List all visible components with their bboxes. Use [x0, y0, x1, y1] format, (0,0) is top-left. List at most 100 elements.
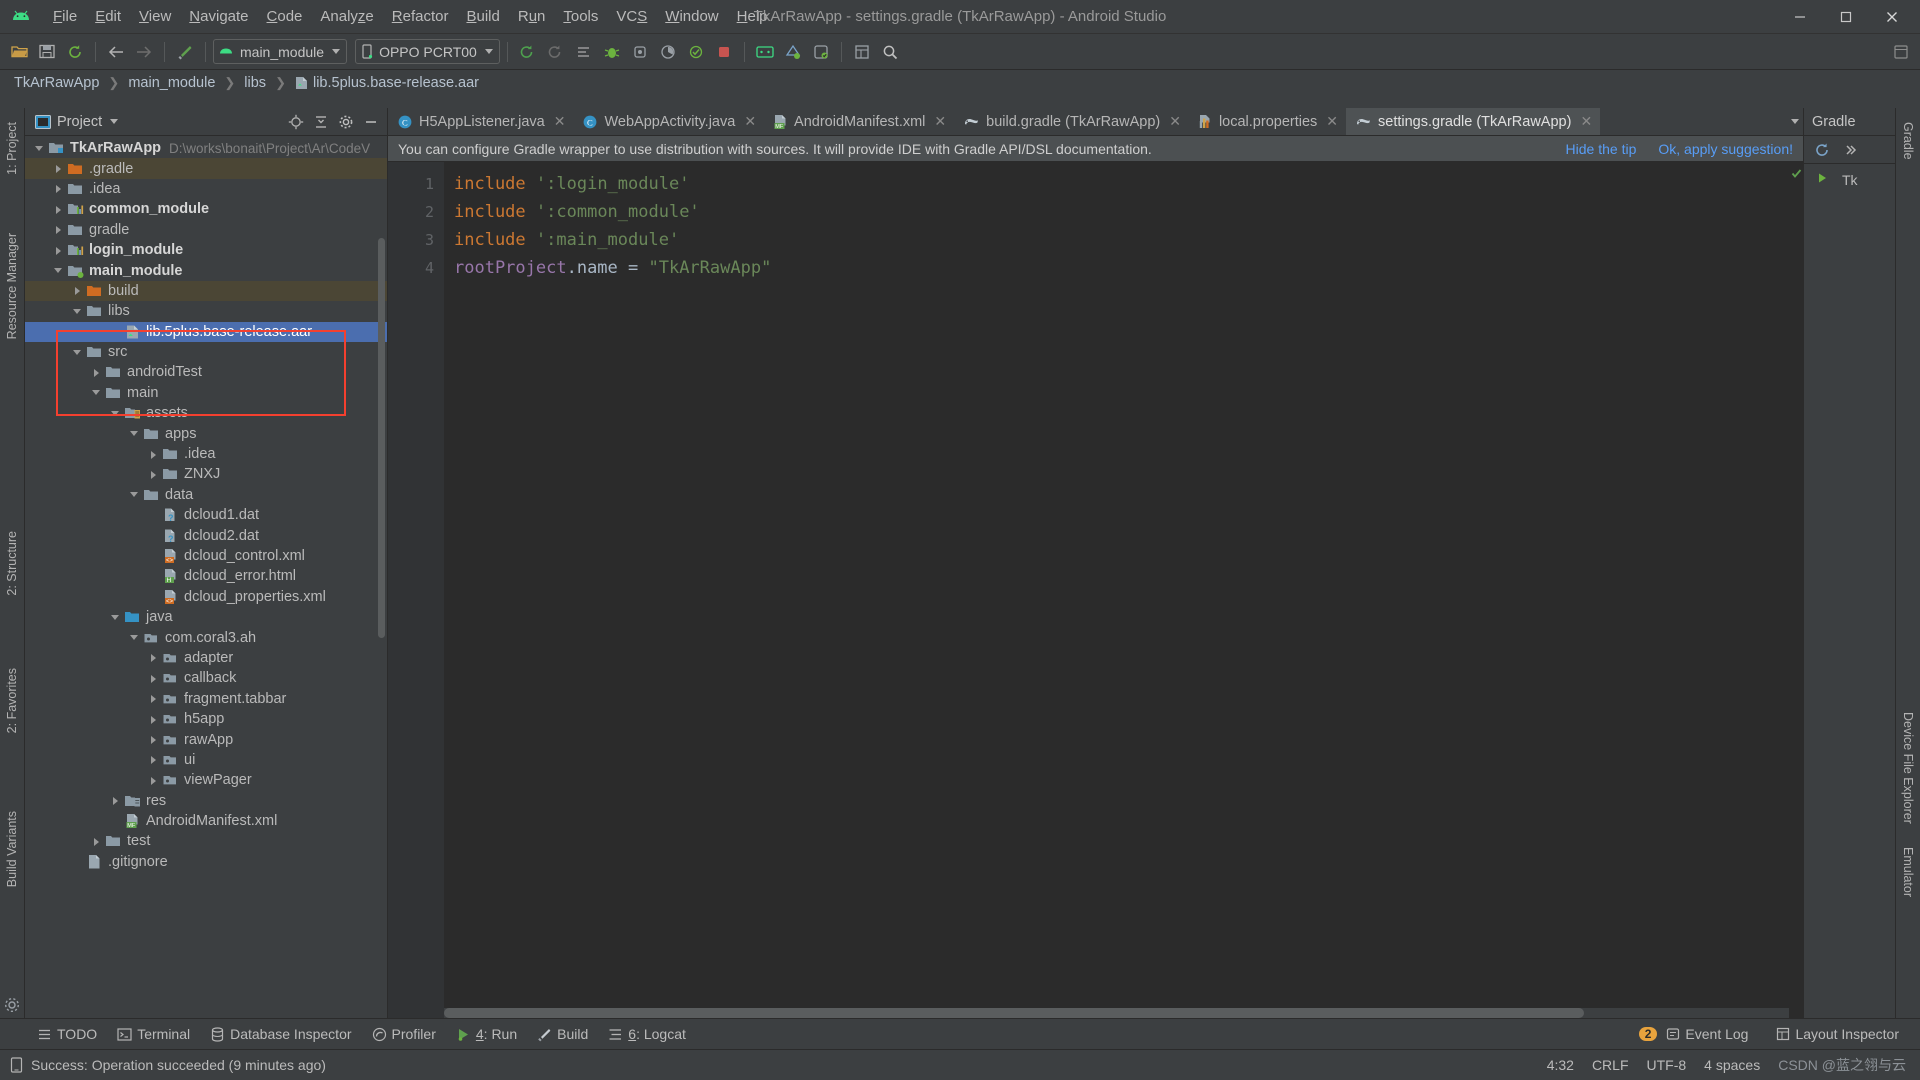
tree-row[interactable]: test	[25, 831, 387, 851]
menu-build[interactable]: Build	[457, 4, 508, 29]
forward-arrow-icon[interactable]	[131, 39, 157, 65]
search-icon[interactable]	[877, 39, 903, 65]
build-hammer-icon[interactable]	[172, 39, 198, 65]
chevron-right-icon[interactable]	[147, 733, 160, 746]
chevron-right-icon[interactable]	[147, 713, 160, 726]
tree-row[interactable]: androidTest	[25, 362, 387, 382]
editor-tab[interactable]: MF AndroidManifest.xml ✕	[764, 108, 954, 135]
editor-horizontal-scrollbar[interactable]	[444, 1008, 1789, 1018]
tree-row[interactable]: viewPager	[25, 770, 387, 790]
tree-row[interactable]: ? dcloud2.dat	[25, 525, 387, 545]
tree-row[interactable]: data	[25, 485, 387, 505]
tree-row[interactable]: lib.5plus.base-release.aar	[25, 321, 387, 342]
chevron-right-icon[interactable]	[147, 692, 160, 705]
editor-tab[interactable]: settings.gradle (TkArRawApp) ✕	[1346, 108, 1601, 135]
chevron-down-icon[interactable]	[128, 488, 141, 501]
module-selector[interactable]: main_module	[213, 39, 348, 64]
menu-analyze[interactable]: Analyze	[311, 4, 382, 29]
menu-code[interactable]: Code	[258, 4, 312, 29]
menu-view[interactable]: View	[130, 4, 180, 29]
chevron-right-icon[interactable]	[147, 753, 160, 766]
chevron-right-icon[interactable]	[52, 223, 65, 236]
menu-help[interactable]: Help	[728, 4, 777, 29]
gradle-tree-item[interactable]: Tk	[1838, 168, 1858, 188]
chevron-down-icon[interactable]	[52, 264, 65, 277]
sidebar-item-device-file-explorer[interactable]: Device File Explorer	[1901, 706, 1915, 830]
code-line[interactable]: include ':common_module'	[454, 198, 1789, 226]
chevron-right-icon[interactable]	[71, 284, 84, 297]
editor-tab[interactable]: build.gradle (TkArRawApp) ✕	[954, 108, 1189, 135]
device-manager-icon[interactable]	[808, 39, 834, 65]
tool-window-button[interactable]: Profiler	[363, 1022, 445, 1046]
sidebar-item-project[interactable]: 1: Project	[5, 116, 19, 181]
tree-row[interactable]: .gitignore	[25, 852, 387, 872]
indent-setting[interactable]: 4 spaces	[1704, 1057, 1760, 1073]
sidebar-item-emulator[interactable]: Emulator	[1901, 841, 1915, 903]
stop-icon[interactable]	[711, 39, 737, 65]
save-icon[interactable]	[34, 39, 60, 65]
debug-icon[interactable]	[599, 39, 625, 65]
back-arrow-icon[interactable]	[103, 39, 129, 65]
sidebar-item-build-variants[interactable]: Build Variants	[5, 805, 19, 893]
tree-row[interactable]: <> dcloud_control.xml	[25, 546, 387, 566]
tree-row[interactable]: main	[25, 383, 387, 403]
rerun-icon[interactable]	[543, 39, 569, 65]
chevron-right-icon[interactable]	[52, 182, 65, 195]
tree-row[interactable]: assets	[25, 403, 387, 423]
apply-suggestion-link[interactable]: Ok, apply suggestion!	[1658, 141, 1793, 157]
tree-row[interactable]: main_module	[25, 260, 387, 280]
encoding[interactable]: UTF-8	[1647, 1057, 1687, 1073]
hide-panel-icon[interactable]	[359, 110, 383, 134]
chevron-right-icon[interactable]	[90, 366, 103, 379]
tree-row[interactable]: build	[25, 280, 387, 302]
tree-row[interactable]: .idea	[25, 444, 387, 464]
sync-icon[interactable]	[62, 39, 88, 65]
close-icon[interactable]: ✕	[934, 113, 946, 130]
settings-gear-icon-strip[interactable]	[3, 996, 21, 1014]
gradle-run-icon[interactable]	[1810, 166, 1834, 190]
tree-row[interactable]: callback	[25, 668, 387, 688]
avd-manager-icon[interactable]	[752, 39, 778, 65]
apply-changes-icon[interactable]	[571, 39, 597, 65]
close-icon[interactable]: ✕	[1169, 113, 1181, 130]
sidebar-item-favorites[interactable]: 2: Favorites	[5, 662, 19, 739]
tree-row[interactable]: res	[25, 791, 387, 811]
run-icon[interactable]	[515, 39, 541, 65]
chevron-down-icon[interactable]	[128, 631, 141, 644]
tree-row[interactable]: apps	[25, 423, 387, 443]
sidebar-item-structure[interactable]: 2: Structure	[5, 525, 19, 602]
chevron-down-icon[interactable]	[109, 407, 122, 420]
tool-window-button[interactable]: Build	[528, 1022, 597, 1046]
tree-row[interactable]: rawApp	[25, 729, 387, 749]
tree-row[interactable]: gradle	[25, 220, 387, 240]
chevron-right-icon[interactable]	[52, 162, 65, 175]
tree-row[interactable]: ZNXJ	[25, 464, 387, 484]
chevron-down-icon-panel[interactable]	[110, 119, 119, 124]
tree-row[interactable]: com.coral3.ah	[25, 627, 387, 647]
tree-row[interactable]: src	[25, 342, 387, 362]
sdk-manager-icon[interactable]	[780, 39, 806, 65]
menu-vcs[interactable]: VCS	[607, 4, 656, 29]
tree-row[interactable]: common_module	[25, 199, 387, 219]
close-icon[interactable]: ✕	[554, 113, 566, 130]
line-separator[interactable]: CRLF	[1592, 1057, 1629, 1073]
tree-row[interactable]: ui	[25, 750, 387, 770]
close-button[interactable]	[1870, 1, 1914, 33]
chevron-right-icon[interactable]	[109, 794, 122, 807]
code-line[interactable]: include ':login_module'	[454, 170, 1789, 198]
collapse-all-icon[interactable]	[309, 110, 333, 134]
tree-row[interactable]: .gradle	[25, 158, 387, 179]
tool-window-button[interactable]: TODO	[28, 1022, 106, 1046]
tree-row[interactable]: <> dcloud_properties.xml	[25, 587, 387, 607]
tree-row[interactable]: Hdcloud_error.html	[25, 566, 387, 586]
device-selector[interactable]: OPPO PCRT00	[355, 39, 500, 64]
menu-refactor[interactable]: Refactor	[383, 4, 458, 29]
tab-overflow-button[interactable]	[1789, 108, 1803, 135]
open-folder-icon[interactable]	[6, 39, 32, 65]
code-line[interactable]: rootProject.name = "TkArRawApp"	[454, 254, 1789, 282]
chevron-right-icon[interactable]	[90, 835, 103, 848]
chevron-right-icon[interactable]	[52, 203, 65, 216]
tool-window-button[interactable]: Database Inspector	[201, 1022, 360, 1046]
tree-row[interactable]: h5app	[25, 709, 387, 729]
menu-file[interactable]: File	[44, 4, 86, 29]
